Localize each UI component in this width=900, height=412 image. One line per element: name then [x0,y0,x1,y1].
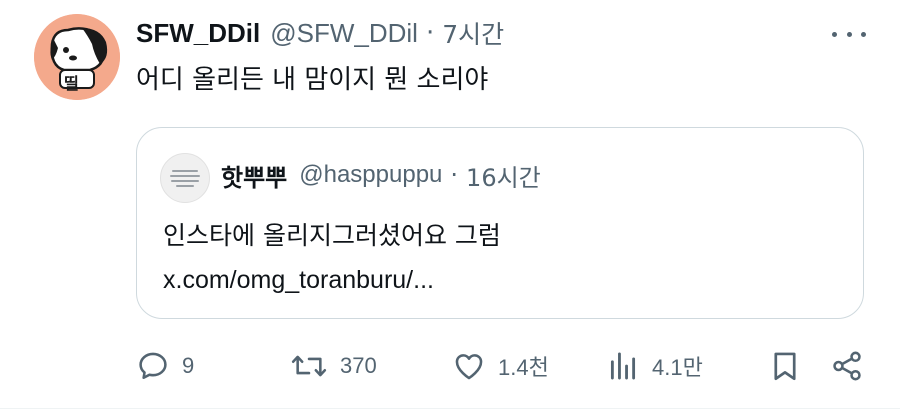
like-button[interactable]: 1.4천 [452,338,549,394]
retweet-button[interactable]: 370 [290,338,377,394]
tweet-header: SFW_DDil @SFW_DDil · 7시간 [136,13,504,53]
more-dot [832,31,837,37]
quoted-header: 핫뿌뿌 @hasppuppu · 16시간 [221,158,541,192]
quoted-link[interactable]: x.com/omg_toranburu/... [163,258,501,302]
reply-icon [139,352,167,380]
bookmark-icon [774,352,796,381]
reply-count: 9 [182,353,195,378]
display-name[interactable]: SFW_DDil [136,18,260,49]
quoted-text-line: 인스타에 올리지그러셨어요 그럼 [163,221,501,250]
views-icon [610,352,636,380]
avatar-label: 띨 [64,74,79,93]
views-count: 4.1만 [652,355,703,380]
retweet-count: 370 [340,353,377,378]
divider [0,408,900,409]
share-button[interactable] [830,338,864,394]
quoted-tweet[interactable]: 핫뿌뿌 @hasppuppu · 16시간 인스타에 올리지그러셨어요 그럼 x… [136,127,864,319]
timestamp[interactable]: 7시간 [442,15,504,51]
quoted-display-name[interactable]: 핫뿌뿌 [221,158,287,193]
views-button[interactable]: 4.1만 [606,338,703,394]
quoted-timestamp[interactable]: 16시간 [466,158,541,193]
quoted-separator: · [450,161,459,189]
more-dot [846,31,852,37]
avatar[interactable]: 띨 [34,14,120,100]
quoted-text: 인스타에 올리지그러셨어요 그럼 x.com/omg_toranburu/... [163,214,501,302]
action-bar: 9 370 1.4천 4.1만 [0,338,900,394]
retweet-icon [291,355,327,377]
user-handle[interactable]: @SFW_DDil [270,18,418,49]
bookmark-button[interactable] [768,338,802,394]
like-icon [455,354,483,380]
quoted-avatar[interactable] [160,153,210,203]
more-dot [861,31,866,37]
tweet-text: 어디 올리든 내 맘이지 뭔 소리야 [136,65,489,95]
quoted-user-handle[interactable]: @hasppuppu [299,161,442,189]
separator: · [425,18,435,48]
more-icon[interactable] [832,24,866,44]
like-count: 1.4천 [498,355,549,380]
reply-button[interactable]: 9 [136,338,194,394]
share-icon [833,351,861,381]
